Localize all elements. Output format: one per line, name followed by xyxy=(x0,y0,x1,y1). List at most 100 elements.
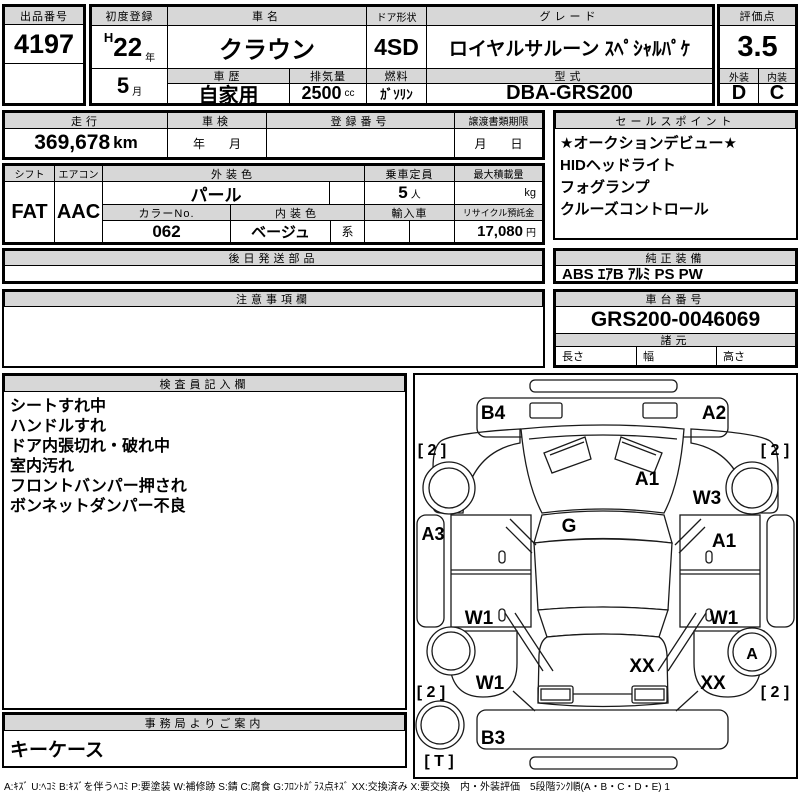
office-value: キーケース xyxy=(10,739,105,761)
interior-color-suffix: 系 xyxy=(330,220,365,243)
interior-color-header: 内装色 xyxy=(230,204,365,221)
car-top-view-diagram: B4 A2 A1 W3 G A3 A1 W1 W1 W1 XX XX B3 A … xyxy=(415,379,795,770)
year-unit: 年 xyxy=(145,53,156,64)
damage-label-hood: A1 xyxy=(635,469,660,490)
inspector-box: 検査員記入欄 シートすれ中 ハンドルすれ ドア内張切れ・破れ中 室内汚れ フロン… xyxy=(2,373,407,710)
auction-no-empty xyxy=(4,63,84,104)
exterior-grade-value: D xyxy=(719,83,759,104)
fuel-header: 燃料 xyxy=(366,68,427,84)
score-box: 評価点 3.5 外装 内装 D C xyxy=(717,4,798,106)
height-cell: 高さ xyxy=(716,346,796,366)
windshield-shape xyxy=(533,510,673,544)
car-name-header: 車名 xyxy=(167,6,367,26)
model-header: 型式 xyxy=(426,68,713,84)
inspector-note: ドア内張切れ・破れ中 xyxy=(10,438,171,455)
rear-window-shape xyxy=(537,606,669,638)
displacement-value: 2500 cc xyxy=(289,83,367,104)
office-header: 事務局よりご案内 xyxy=(4,714,405,731)
fuel-value: ｶﾞｿﾘﾝ xyxy=(366,83,427,104)
mileage-unit: km xyxy=(113,133,138,152)
caution-box: 注意事項欄 xyxy=(2,289,545,368)
chassis-no-value: GRS200-0046069 xyxy=(555,306,796,334)
door-handle xyxy=(498,608,506,622)
model-value: DBA-GRS200 xyxy=(426,83,713,104)
equipment-box: 純正装備 ABS ｴｱB ｱﾙﾐ PS PW xyxy=(553,248,798,284)
shaken-header: 車検 xyxy=(167,112,267,129)
auction-no-box: 出品番号 4197 xyxy=(2,4,86,106)
inspector-note: フロントバンパー押され xyxy=(10,478,187,495)
mileage-number: 369,678 xyxy=(34,131,111,154)
parts-header: 後日発送部品 xyxy=(4,250,543,266)
rear-lip-shape xyxy=(529,756,678,770)
registration-no-header: 登録番号 xyxy=(266,112,455,129)
auction-sheet: 出品番号 4197 初度登録 車名 ドア形状 グレード H 22 年 5月 クラウン… xyxy=(0,0,800,800)
import-value-left xyxy=(364,220,410,243)
max-payload-value: kg xyxy=(454,181,543,205)
sales-point: フォグランプ xyxy=(560,179,650,196)
door-shape-header: ドア形状 xyxy=(366,6,427,26)
shift-value: FAT xyxy=(4,181,55,243)
capacity-number: 5 xyxy=(398,183,408,202)
auction-no-value: 4197 xyxy=(4,24,84,64)
door-shape-value: 4SD xyxy=(366,25,427,69)
damage-diagram-box: B4 A2 A1 W3 G A3 A1 W1 W1 W1 XX XX B3 A … xyxy=(413,373,798,779)
office-box: 事務局よりご案内 キーケース xyxy=(2,712,407,768)
chassis-box: 車台番号 GRS200-0046069 諸元 長さ 幅 高さ xyxy=(553,289,798,368)
damage-label-left-rear-door: W1 xyxy=(465,608,494,629)
shaken-value: 年 月 xyxy=(167,128,267,158)
first-registration-year: H 22 年 xyxy=(91,25,168,69)
length-cell: 長さ xyxy=(555,346,637,366)
caution-header: 注意事項欄 xyxy=(4,291,543,307)
parts-value xyxy=(4,265,543,282)
spec-grid-box: シフト エアコン FAT AAC 外装色 パール カラーNo. 内装色 062 … xyxy=(2,163,545,245)
mileage-row-box: 走行 369,678 km 車検 年 月 登録番号 譲渡書類期限 月 日 xyxy=(2,110,545,160)
grade-header: グレード xyxy=(426,6,713,26)
chassis-no-header: 車台番号 xyxy=(555,291,796,307)
ac-header: エアコン xyxy=(54,165,103,182)
exterior-color-header: 外装色 xyxy=(102,165,365,182)
damage-label-left-quarter: W1 xyxy=(476,673,505,694)
inspector-note: ボンネットダンパー不良 xyxy=(10,498,186,515)
first-registration-month: 5月 xyxy=(91,68,168,104)
mileage-header: 走行 xyxy=(4,112,168,129)
tire-depth-rear-right: [ 2 ] xyxy=(761,684,789,701)
sales-point: クルーズコントロール xyxy=(560,201,709,218)
parts-box: 後日発送部品 xyxy=(2,248,545,284)
grade-value: ロイヤルサルーン ｽﾍﾟｼｬﾙﾊﾟｹ xyxy=(426,25,713,69)
registration-no-value xyxy=(266,128,455,158)
spare-tire-label: [ T ] xyxy=(424,753,453,770)
import-value-right xyxy=(409,220,455,243)
damage-label-trunk: XX xyxy=(629,656,655,677)
interior-grade-value: C xyxy=(758,83,796,104)
door-handle xyxy=(498,550,506,564)
inspector-note: ハンドルすれ xyxy=(10,418,107,435)
sales-point: ★オークションデビュー★ xyxy=(560,135,737,152)
score-header: 評価点 xyxy=(719,6,796,26)
width-cell: 幅 xyxy=(636,346,717,366)
damage-label-front-bumper-left: B4 xyxy=(481,403,506,424)
hood-shape xyxy=(520,424,685,514)
damage-label-rear-right-wheel: A xyxy=(746,646,758,663)
max-payload-header: 最大積載量 xyxy=(454,165,543,182)
tire-depth-rear-left: [ 2 ] xyxy=(417,684,445,701)
history-value: 自家用 xyxy=(167,83,290,104)
inspector-note: 室内汚れ xyxy=(10,458,75,475)
roof-shape xyxy=(533,538,673,611)
damage-label-front-right-fender: W3 xyxy=(693,488,722,509)
first-registration-header: 初度登録 xyxy=(91,6,168,26)
sales-point: HIDヘッドライト xyxy=(560,157,676,174)
exterior-color-suffix-empty xyxy=(329,181,365,205)
tire-depth-front-left: [ 2 ] xyxy=(418,442,446,459)
sales-points-box: セールスポイント ★オークションデビュー★ HIDヘッドライト フォグランプ ク… xyxy=(553,110,798,240)
right-rocker-shape xyxy=(766,514,795,628)
displacement-number: 2500 xyxy=(301,83,342,103)
color-no-value: 062 xyxy=(102,220,231,243)
damage-label-rear-bumper: B3 xyxy=(481,728,505,749)
ac-value: AAC xyxy=(54,181,103,243)
equipment-header: 純正装備 xyxy=(555,250,796,266)
month-unit: 月 xyxy=(132,87,143,98)
displacement-unit: cc xyxy=(344,88,355,99)
color-no-header: カラーNo. xyxy=(102,204,231,221)
capacity-unit: 人 xyxy=(410,189,421,201)
inspector-header: 検査員記入欄 xyxy=(4,375,405,392)
